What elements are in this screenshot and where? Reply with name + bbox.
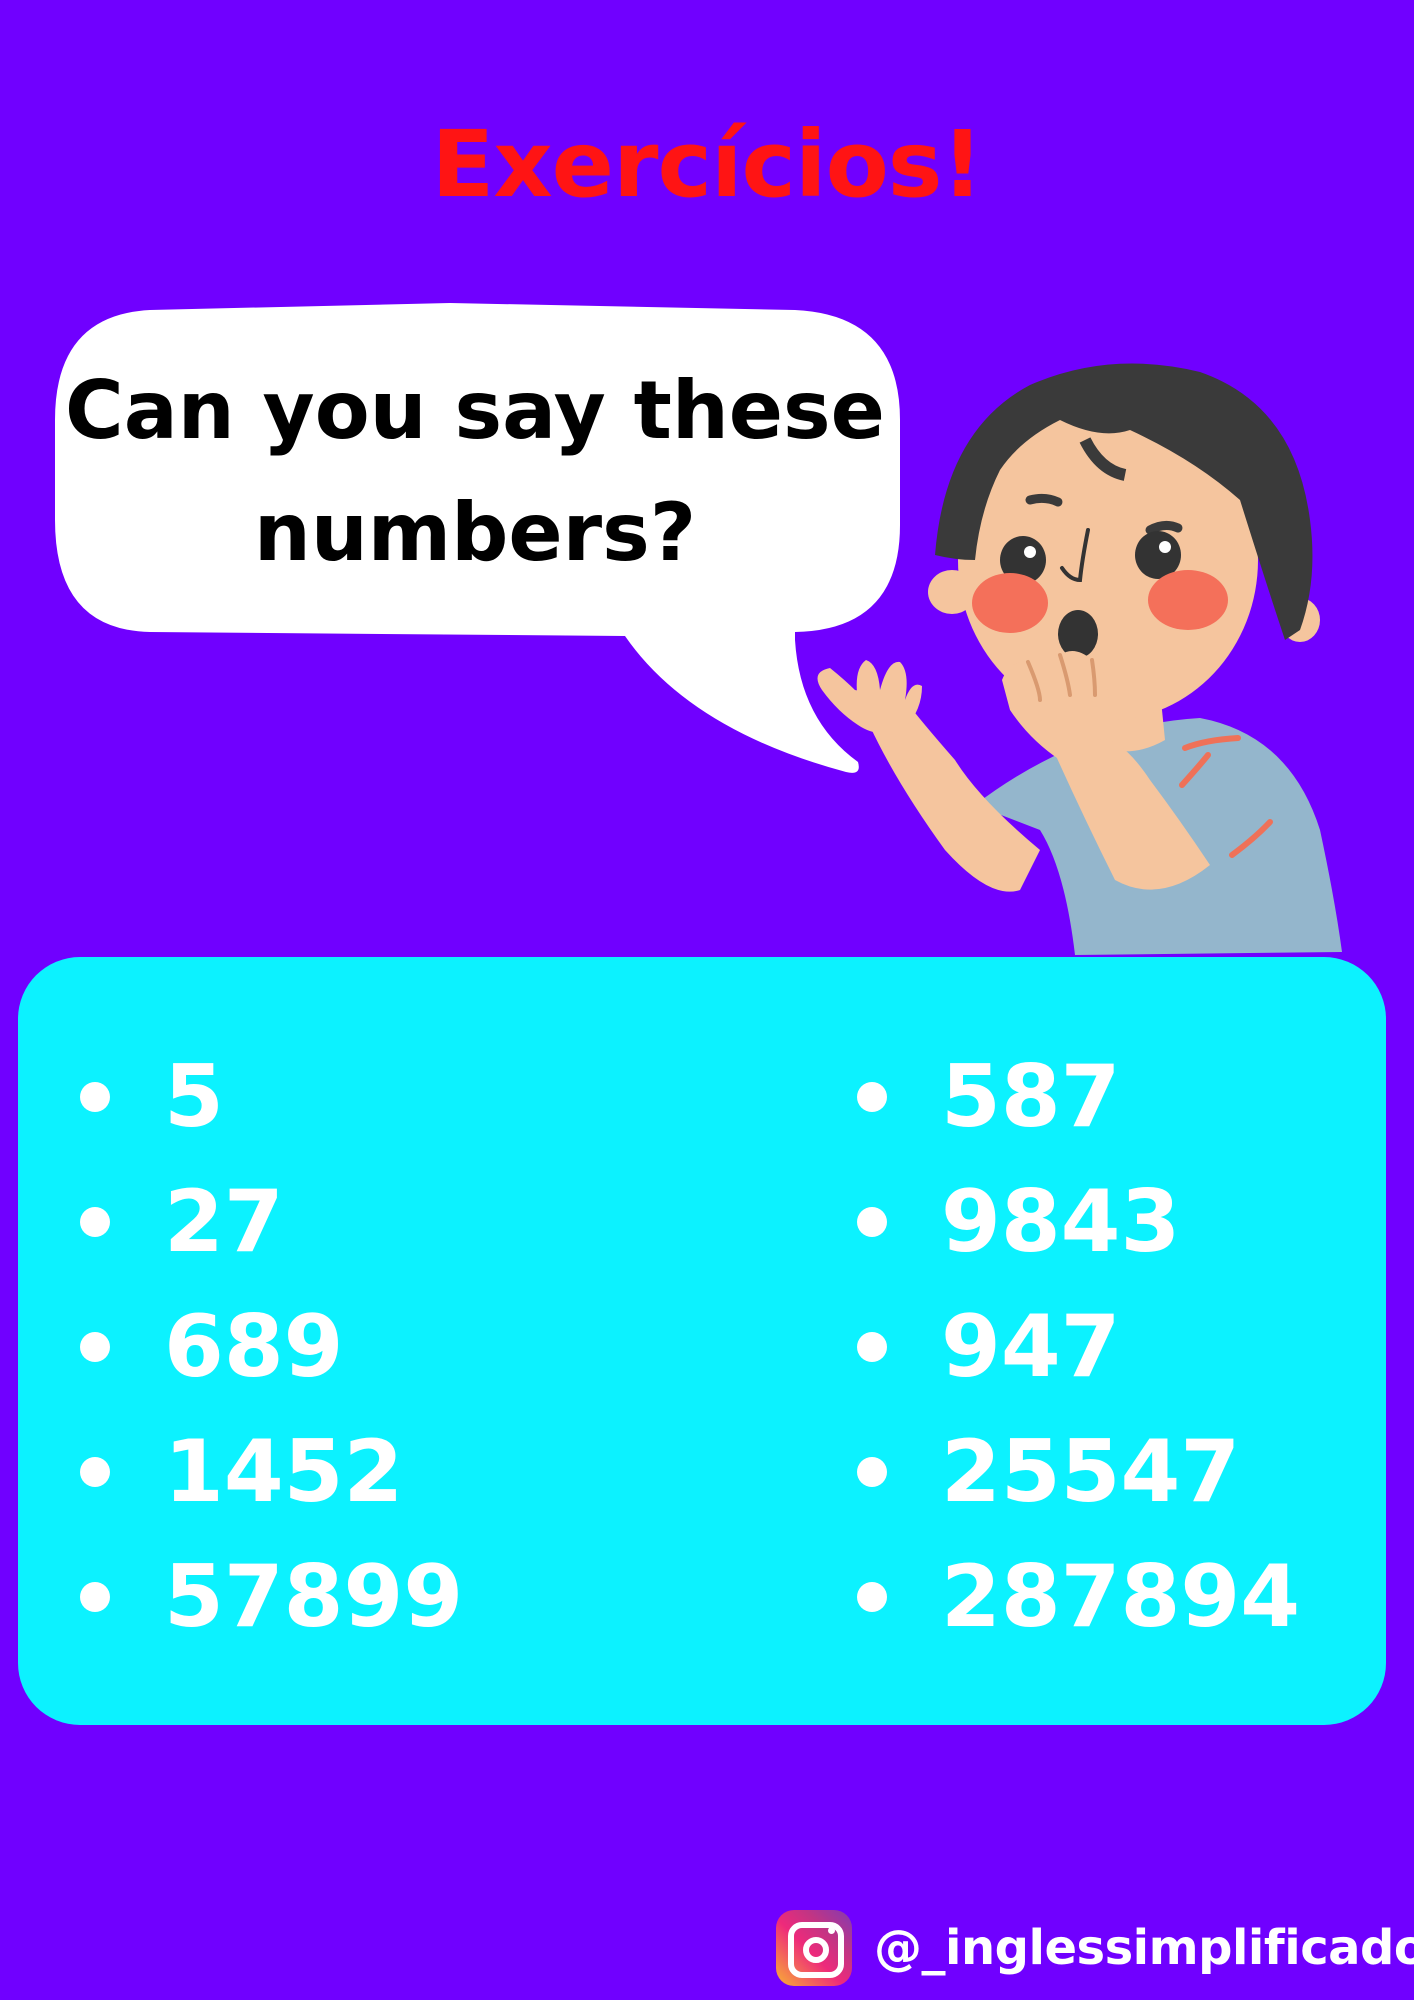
bullet-icon bbox=[80, 1331, 110, 1362]
number-value: 587 bbox=[941, 1047, 1121, 1147]
bullet-icon bbox=[80, 1456, 110, 1487]
list-item: 587 bbox=[857, 1035, 1300, 1160]
list-item: 689 bbox=[80, 1285, 463, 1410]
surprised-kid-illustration bbox=[817, 363, 1342, 955]
bullet-icon bbox=[857, 1206, 887, 1237]
number-value: 947 bbox=[941, 1297, 1121, 1397]
bullet-icon bbox=[857, 1456, 887, 1487]
list-item: 5 bbox=[80, 1035, 463, 1160]
list-item: 27 bbox=[80, 1160, 463, 1285]
number-value: 287894 bbox=[941, 1547, 1301, 1647]
list-item: 1452 bbox=[80, 1410, 463, 1535]
number-value: 5 bbox=[164, 1047, 224, 1147]
social-handle[interactable]: @_inglessimplificado bbox=[776, 1908, 1414, 1988]
instagram-icon bbox=[776, 1910, 852, 1986]
bullet-icon bbox=[80, 1081, 110, 1112]
number-value: 1452 bbox=[164, 1422, 404, 1522]
bullet-icon bbox=[857, 1331, 887, 1362]
bullet-icon bbox=[80, 1581, 110, 1612]
bullet-icon bbox=[857, 1581, 887, 1612]
bullet-icon bbox=[857, 1081, 887, 1112]
list-item: 947 bbox=[857, 1285, 1300, 1410]
list-item: 57899 bbox=[80, 1535, 463, 1660]
list-item: 9843 bbox=[857, 1160, 1300, 1285]
list-item: 25547 bbox=[857, 1410, 1300, 1535]
number-value: 57899 bbox=[164, 1547, 464, 1647]
number-value: 25547 bbox=[941, 1422, 1241, 1522]
number-value: 27 bbox=[164, 1172, 284, 1272]
bullet-icon bbox=[80, 1206, 110, 1237]
number-value: 689 bbox=[164, 1297, 344, 1397]
list-item: 287894 bbox=[857, 1535, 1300, 1660]
numbers-list-right: 587 9843 947 25547 287894 bbox=[857, 1035, 1300, 1660]
numbers-list-left: 5 27 689 1452 57899 bbox=[80, 1035, 463, 1660]
number-value: 9843 bbox=[941, 1172, 1181, 1272]
social-handle-text: @_inglessimplificado bbox=[874, 1920, 1414, 1976]
